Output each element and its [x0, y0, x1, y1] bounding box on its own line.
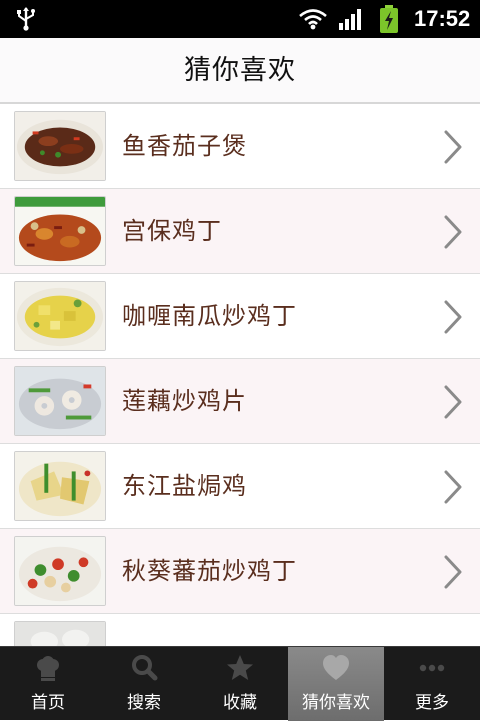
tab-search[interactable]: 搜索 — [96, 647, 192, 721]
more-dots-icon — [419, 664, 445, 672]
dish-name: 秋葵蕃茄炒鸡丁 — [122, 557, 297, 585]
list-item[interactable]: 鱼香茄子煲 — [0, 104, 480, 189]
dish-thumbnail — [14, 621, 106, 646]
tab-label: 首页 — [31, 693, 65, 713]
list-item[interactable]: 东江盐焗鸡 — [0, 444, 480, 529]
battery-charging-icon — [380, 5, 398, 33]
list-item[interactable] — [0, 614, 480, 646]
chevron-right-icon — [444, 385, 462, 419]
search-icon — [132, 655, 158, 681]
page-title: 猜你喜欢 — [184, 55, 296, 86]
bottom-tab-bar: 首页 搜索 收藏 猜你喜欢 更多 — [0, 646, 480, 721]
dish-name: 东江盐焗鸡 — [122, 472, 247, 500]
chef-hat-icon — [37, 656, 59, 681]
tab-label: 更多 — [415, 693, 449, 713]
heart-icon — [323, 655, 349, 680]
chevron-right-icon — [444, 130, 462, 164]
chevron-right-icon — [444, 470, 462, 504]
wifi-icon — [299, 9, 327, 30]
usb-icon — [17, 7, 35, 31]
tab-favorites[interactable]: 收藏 — [192, 647, 288, 721]
dish-thumbnail — [14, 111, 106, 181]
dish-thumbnail — [14, 366, 106, 436]
star-icon — [227, 655, 253, 680]
title-bar: 猜你喜欢 — [0, 38, 480, 104]
tab-more[interactable]: 更多 — [384, 647, 480, 721]
list-item[interactable]: 宫保鸡丁 — [0, 189, 480, 274]
tab-recommend[interactable]: 猜你喜欢 — [288, 647, 384, 721]
tab-label: 猜你喜欢 — [302, 693, 370, 713]
dish-thumbnail — [14, 281, 106, 351]
list-item[interactable]: 秋葵蕃茄炒鸡丁 — [0, 529, 480, 614]
signal-icon — [339, 9, 361, 30]
dish-thumbnail — [14, 536, 106, 606]
dish-thumbnail — [14, 451, 106, 521]
list-item[interactable]: 咖喱南瓜炒鸡丁 — [0, 274, 480, 359]
dish-name: 莲藕炒鸡片 — [122, 387, 247, 415]
dish-name: 宫保鸡丁 — [122, 217, 222, 245]
dish-name: 鱼香茄子煲 — [122, 132, 247, 160]
tab-home[interactable]: 首页 — [0, 647, 96, 721]
tab-label: 搜索 — [127, 693, 161, 713]
chevron-right-icon — [444, 300, 462, 334]
status-bar: 17:52 — [0, 0, 480, 38]
chevron-right-icon — [444, 555, 462, 589]
recipe-list[interactable]: 鱼香茄子煲 宫保鸡丁 咖喱南瓜炒鸡丁 莲藕炒鸡片 东江盐焗鸡 秋葵蕃茄炒鸡丁 — [0, 104, 480, 646]
dish-name: 咖喱南瓜炒鸡丁 — [122, 302, 297, 330]
chevron-right-icon — [444, 215, 462, 249]
status-time: 17:52 — [414, 6, 471, 31]
list-item[interactable]: 莲藕炒鸡片 — [0, 359, 480, 444]
tab-label: 收藏 — [223, 693, 257, 713]
dish-thumbnail — [14, 196, 106, 266]
